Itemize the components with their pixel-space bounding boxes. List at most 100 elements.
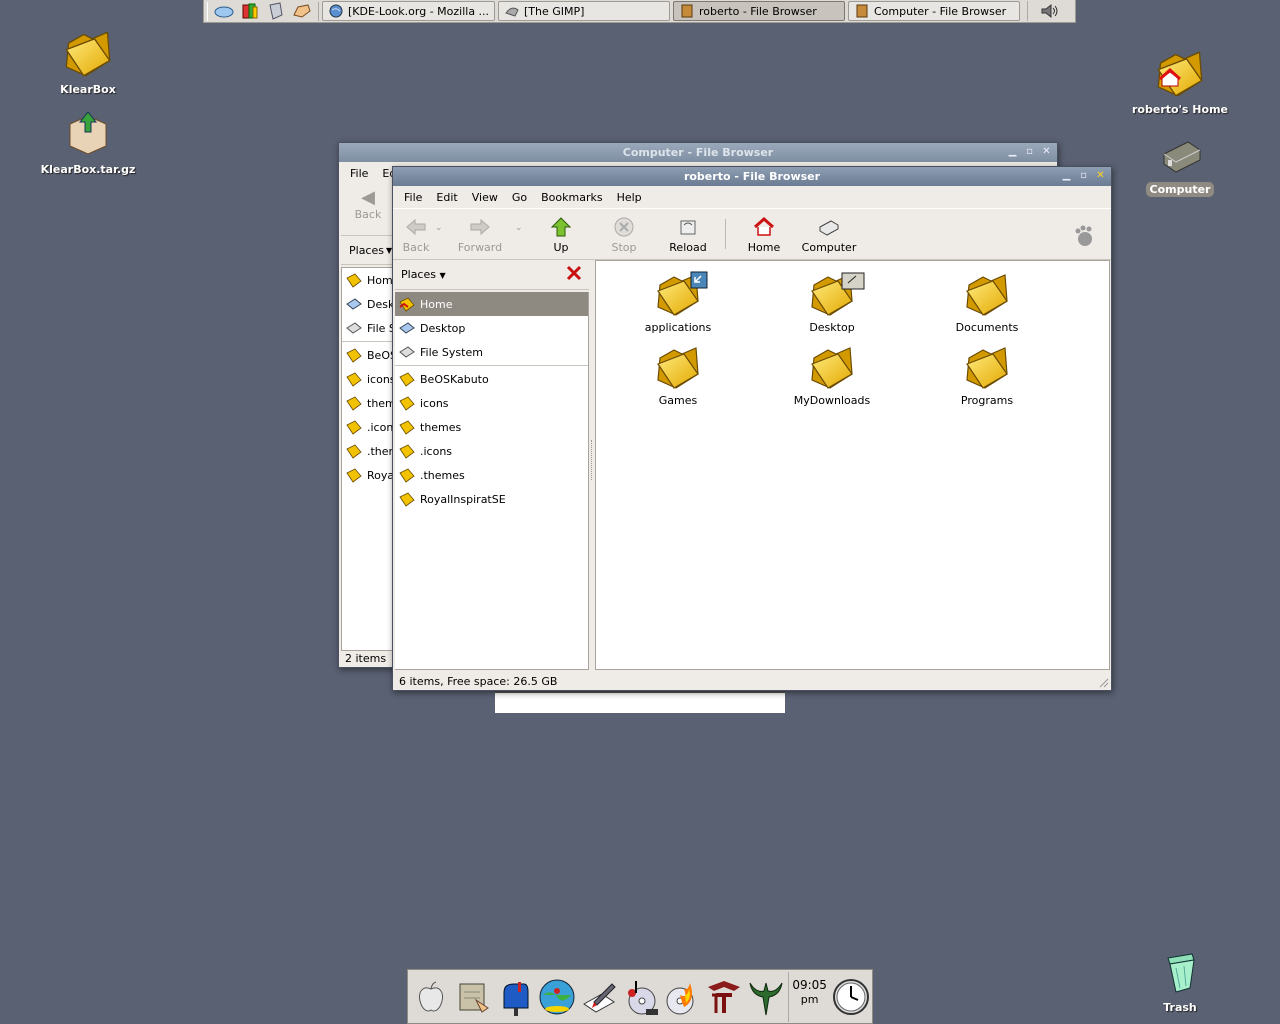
et-game-icon[interactable] xyxy=(703,975,745,1019)
hand-icon[interactable] xyxy=(290,2,314,21)
window-title: Computer - File Browser xyxy=(622,146,774,159)
volume-icon[interactable] xyxy=(1027,1,1071,21)
task-label: Computer - File Browser xyxy=(874,4,1007,18)
place-item-bookmark[interactable]: themes xyxy=(395,415,588,439)
place-item-bookmark[interactable]: .themes xyxy=(395,463,588,487)
pen-paper-icon[interactable] xyxy=(578,975,620,1019)
file-browser-icon xyxy=(680,4,694,18)
back-button[interactable]: ◀ Back xyxy=(343,187,393,221)
music-cd-icon[interactable] xyxy=(620,975,662,1019)
home-button[interactable]: Home xyxy=(734,215,794,254)
toolbar-separator xyxy=(725,219,726,249)
folder-icon xyxy=(399,443,415,459)
package-icon xyxy=(62,108,114,160)
stop-button[interactable]: Stop xyxy=(589,215,659,254)
close-button[interactable]: ✕ xyxy=(1040,145,1053,158)
colorful-books-icon[interactable] xyxy=(238,2,262,21)
folder-icon xyxy=(961,344,1013,392)
globe-surfer-icon[interactable] xyxy=(536,975,578,1019)
folder-icon xyxy=(399,419,415,435)
left-arrow-icon xyxy=(404,215,428,239)
folder-icon xyxy=(346,467,362,483)
folder-icon xyxy=(346,371,362,387)
resize-grip[interactable] xyxy=(1097,676,1109,688)
folder-icon xyxy=(652,344,704,392)
clock-time: 09:05 xyxy=(792,977,827,992)
file-item-mydownloads[interactable]: MyDownloads xyxy=(772,344,892,407)
close-button[interactable]: ✕ xyxy=(1094,169,1107,182)
gimp-icon xyxy=(505,4,519,18)
file-manager-icon[interactable] xyxy=(452,975,494,1019)
menu-go[interactable]: Go xyxy=(505,189,534,206)
reload-icon xyxy=(676,215,700,239)
hard-drive-icon xyxy=(1154,136,1206,180)
forward-button[interactable]: Forward xyxy=(445,215,515,254)
mailbox-icon[interactable] xyxy=(494,975,536,1019)
file-item-programs[interactable]: Programs xyxy=(927,344,1047,407)
back-history-dropdown[interactable]: ⌄ xyxy=(435,215,445,233)
folder-icon xyxy=(346,347,362,363)
task-gimp[interactable]: [The GIMP] xyxy=(498,1,670,21)
desktop-icon-computer[interactable]: Computer xyxy=(1125,136,1235,197)
cloud-icon[interactable] xyxy=(212,2,236,21)
file-item-games[interactable]: Games xyxy=(618,344,738,407)
home-icon xyxy=(752,215,776,239)
desktop-icon-klearbox[interactable]: KlearBox xyxy=(33,28,143,97)
desktop-icon xyxy=(346,298,362,310)
place-item-file-system[interactable]: File System xyxy=(395,340,588,364)
place-item-home[interactable]: Home xyxy=(395,292,588,316)
places-list: Home Desktop File System BeOSKabuto icon… xyxy=(395,292,589,670)
menu-file[interactable]: File xyxy=(343,165,375,182)
places-label: Places xyxy=(401,268,436,281)
window-titlebar[interactable]: roberto - File Browser ▁ ▫ ✕ xyxy=(393,167,1111,186)
reload-button[interactable]: Reload xyxy=(659,215,717,254)
place-item-bookmark[interactable]: BeOSKabuto xyxy=(395,367,588,391)
place-item-desktop[interactable]: Desktop xyxy=(395,316,588,340)
chevron-down-icon: ▼ xyxy=(439,271,446,280)
file-item-desktop[interactable]: Desktop xyxy=(772,271,892,334)
dock: 09:05 pm xyxy=(407,969,873,1024)
computer-icon xyxy=(817,215,841,239)
shield-icon[interactable] xyxy=(264,2,288,21)
menu-edit[interactable]: Edit xyxy=(429,189,464,206)
window-titlebar[interactable]: Computer - File Browser ▁ ▫ ✕ xyxy=(339,143,1057,162)
file-item-applications[interactable]: applications xyxy=(618,271,738,334)
file-item-documents[interactable]: Documents xyxy=(927,271,1047,334)
task-mozilla[interactable]: [KDE-Look.org - Mozilla ... xyxy=(322,1,495,21)
digital-clock[interactable]: 09:05 pm xyxy=(788,971,830,1022)
desktop-icon-trash[interactable]: Trash xyxy=(1125,946,1235,1015)
burn-disc-icon[interactable] xyxy=(661,975,703,1019)
back-button[interactable]: Back xyxy=(397,215,435,254)
analog-clock-icon[interactable] xyxy=(830,975,872,1019)
home-folder-icon xyxy=(1154,48,1206,100)
apple-icon[interactable] xyxy=(410,975,452,1019)
top-taskbar: [KDE-Look.org - Mozilla ... [The GIMP] r… xyxy=(203,0,1076,23)
computer-button[interactable]: Computer xyxy=(794,215,864,254)
close-sidebar-icon[interactable] xyxy=(565,264,583,285)
menu-view[interactable]: View xyxy=(465,189,505,206)
menu-file[interactable]: File xyxy=(397,189,429,206)
maximize-button[interactable]: ▫ xyxy=(1077,169,1090,182)
clock-ampm: pm xyxy=(800,993,819,1007)
place-item-bookmark[interactable]: .icons xyxy=(395,439,588,463)
places-selector[interactable]: Places ▼ xyxy=(401,268,446,281)
stop-icon xyxy=(612,215,636,239)
up-button[interactable]: Up xyxy=(533,215,589,254)
quake-icon[interactable] xyxy=(745,975,787,1019)
note-emblem-icon xyxy=(841,272,865,290)
desktop-icon-home[interactable]: roberto's Home xyxy=(1125,48,1235,117)
menubar: File Edit View Go Bookmarks Help xyxy=(393,186,1111,208)
gnome-foot-icon xyxy=(1071,215,1111,252)
minimize-button[interactable]: ▁ xyxy=(1060,169,1073,182)
place-item-bookmark[interactable]: RoyalInspiratSE xyxy=(395,487,588,511)
menu-bookmarks[interactable]: Bookmarks xyxy=(534,189,609,206)
task-computer-file-browser[interactable]: Computer - File Browser xyxy=(848,1,1020,21)
minimize-button[interactable]: ▁ xyxy=(1006,145,1019,158)
menu-help[interactable]: Help xyxy=(610,189,649,206)
desktop-icon-klearbox-tar[interactable]: KlearBox.tar.gz xyxy=(33,108,143,177)
maximize-button[interactable]: ▫ xyxy=(1023,145,1036,158)
task-roberto-file-browser[interactable]: roberto - File Browser xyxy=(673,1,845,21)
task-label: [KDE-Look.org - Mozilla ... xyxy=(348,4,490,18)
forward-history-dropdown[interactable]: ⌄ xyxy=(515,215,525,233)
place-item-bookmark[interactable]: icons xyxy=(395,391,588,415)
